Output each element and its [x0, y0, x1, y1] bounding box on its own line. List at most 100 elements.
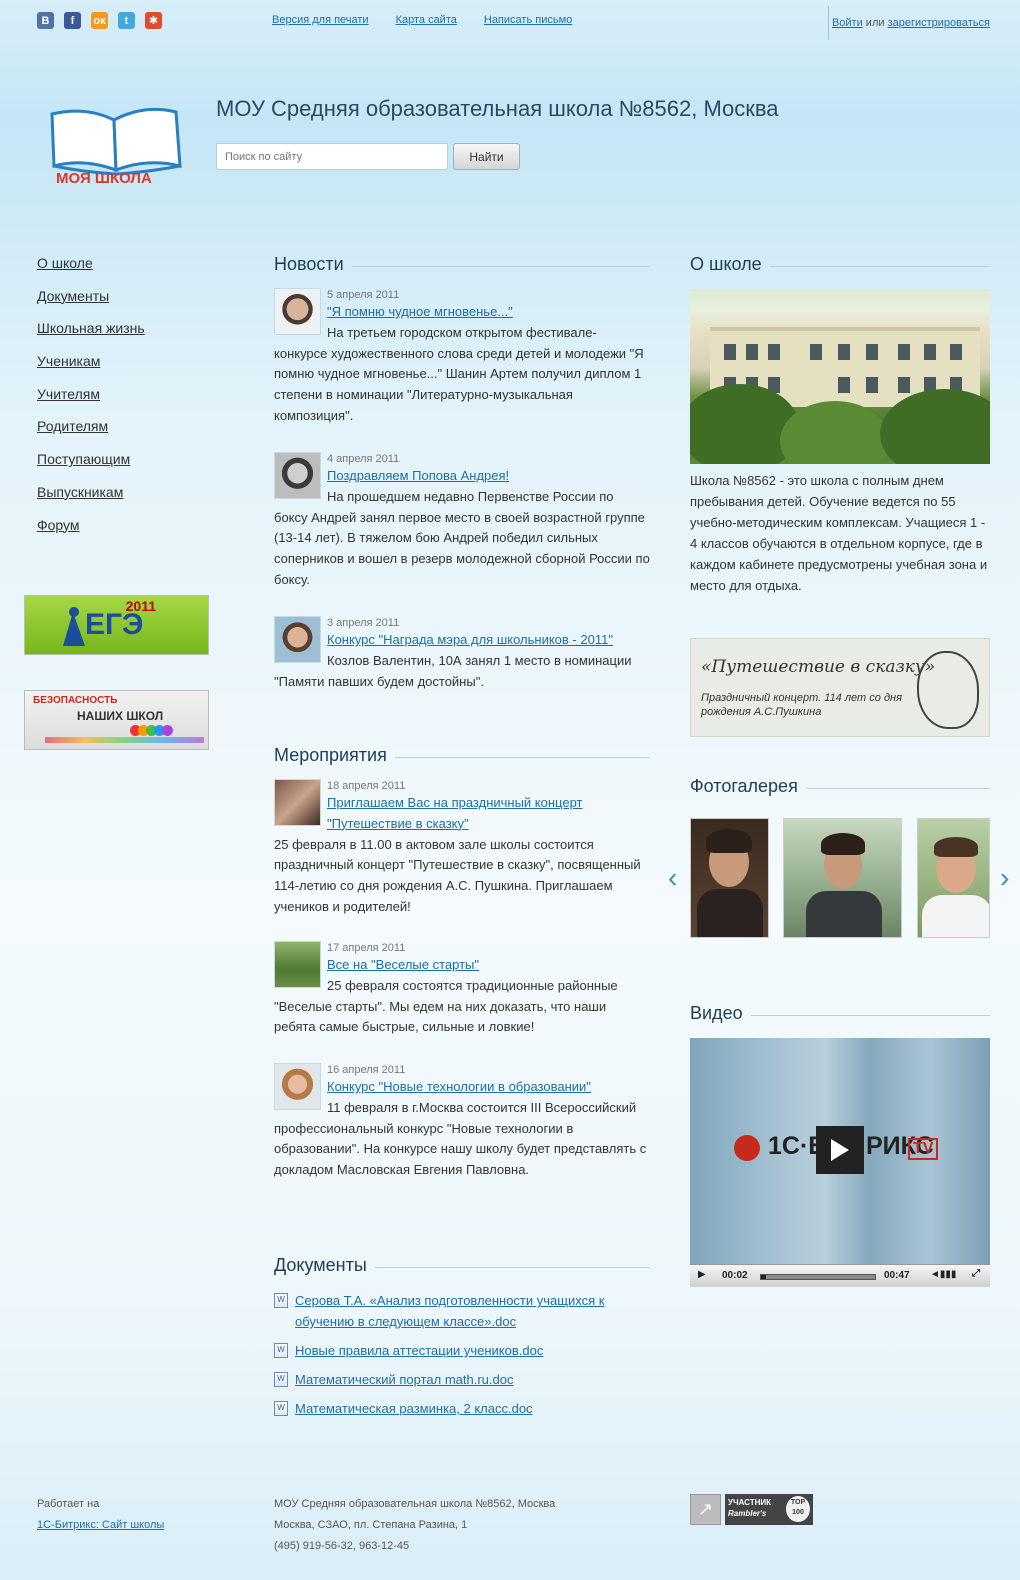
menu-item-graduates[interactable]: Выпускникам	[37, 484, 123, 500]
fullscreen-icon[interactable]: ⤢	[972, 1268, 980, 1279]
menu-item-parents[interactable]: Родителям	[37, 418, 108, 434]
documents-heading: Документы	[274, 1255, 650, 1276]
gallery-heading: Фотогалерея	[690, 776, 990, 797]
menu-item-about[interactable]: О школе	[37, 255, 93, 271]
video-tv-label: TV	[908, 1138, 939, 1160]
school-building-photo[interactable]	[690, 289, 990, 464]
pushkin-banner-title: «Путешествие в сказку»	[701, 657, 936, 677]
event-item: 18 апреля 2011 Приглашаем Вас на праздни…	[274, 779, 650, 918]
document-link[interactable]: Математическая разминка, 2 класс.doc	[295, 1401, 533, 1416]
news-thumbnail[interactable]	[274, 616, 321, 663]
gallery-photo[interactable]	[917, 818, 990, 938]
pushkin-portrait-icon	[917, 651, 979, 729]
menu-item-teachers[interactable]: Учителям	[37, 386, 100, 402]
document-item: W Серова Т.А. «Анализ подготовленности у…	[274, 1290, 650, 1332]
safety-line2: НАШИХ ШКОЛ	[77, 709, 164, 723]
pushkin-banner-subtitle: Праздничный концерт. 114 лет со дня рожд…	[701, 692, 902, 718]
menu-item-forum[interactable]: Форум	[37, 517, 80, 533]
play-overlay-button[interactable]	[816, 1126, 864, 1174]
document-item: W Математический портал math.ru.doc	[274, 1369, 650, 1390]
footer-powered-link[interactable]: 1С-Битрикс: Сайт школы	[37, 1519, 164, 1531]
odnoklassniki-icon[interactable]: ок	[91, 12, 108, 29]
event-title-link[interactable]: Все на "Веселые старты"	[274, 955, 650, 976]
doc-file-icon: W	[274, 1372, 288, 1387]
pushkin-concert-banner[interactable]: «Путешествие в сказку» Праздничный конце…	[690, 638, 990, 737]
auth-or-text: или	[865, 17, 885, 29]
footer-powered-label: Работает на	[37, 1498, 100, 1510]
write-letter-link[interactable]: Написать письмо	[484, 14, 572, 26]
register-link[interactable]: зарегистрироваться	[888, 17, 990, 29]
document-item: W Математическая разминка, 2 класс.doc	[274, 1398, 650, 1419]
auth-links: Войти или зарегистрироваться	[832, 17, 990, 29]
main-menu: О школе Документы Школьная жизнь Ученика…	[37, 255, 145, 549]
news-title-link[interactable]: "Я помню чудное мгновенье..."	[274, 302, 650, 323]
safety-line1: БЕЗОПАСНОСТЬ	[33, 695, 118, 706]
document-link[interactable]: Математический портал math.ru.doc	[295, 1372, 513, 1387]
search-button[interactable]: Найти	[453, 143, 520, 170]
footer-powered: Работает на 1С-Битрикс: Сайт школы	[37, 1494, 164, 1536]
news-item: 5 апреля 2011 "Я помню чудное мгновенье.…	[274, 288, 650, 427]
play-small-icon[interactable]: ▶	[698, 1269, 706, 1280]
gallery-next-arrow-icon[interactable]: ›	[1000, 862, 1009, 894]
login-link[interactable]: Войти	[832, 17, 863, 29]
about-text: Школа №8562 - это школа с полным днем пр…	[690, 473, 988, 593]
footer-org: МОУ Средняя образовательная школа №8562,…	[274, 1498, 556, 1510]
news-text: На прошедшем недавно Первенстве России п…	[274, 488, 650, 587]
site-title: МОУ Средняя образовательная школа №8562,…	[216, 96, 779, 121]
volume-icon[interactable]: ◄▮▮▮	[930, 1269, 956, 1280]
gallery-photo[interactable]	[783, 818, 902, 938]
safety-banner[interactable]: БЕЗОПАСНОСТЬ НАШИХ ШКОЛ	[24, 690, 209, 750]
event-title-link[interactable]: Конкурс "Новые технологии в образовании"	[274, 1077, 650, 1098]
search-input[interactable]	[216, 143, 448, 170]
event-text: 25 февраля в 11.00 в актовом зале школы …	[274, 836, 641, 914]
rambler-top100-button[interactable]: УЧАСТНИК Rambler's TOP 100	[725, 1494, 813, 1525]
event-title-link[interactable]: Приглашаем Вас на праздничный концерт "П…	[274, 793, 650, 835]
flower-icon	[130, 725, 173, 736]
video-seek-bar[interactable]	[760, 1274, 876, 1280]
event-thumbnail[interactable]	[274, 779, 321, 826]
ege-banner[interactable]: 2011 ЕГЭ	[24, 595, 209, 655]
menu-item-students[interactable]: Ученикам	[37, 353, 100, 369]
video-player[interactable]: 1С·БИ РИКС TV ▶ 00:02 00:47 ◄▮▮▮ ⤢	[690, 1038, 990, 1287]
footer-address: Москва, СЗАО, пл. Степана Разина, 1	[274, 1519, 468, 1531]
event-text: 11 февраля в г.Москва состоится III Всер…	[274, 1099, 647, 1178]
bitrix-arrow-icon[interactable]: ↗	[690, 1494, 721, 1525]
event-thumbnail[interactable]	[274, 941, 321, 988]
event-date: 16 апреля 2011	[327, 1064, 406, 1076]
gallery-photo[interactable]	[690, 818, 769, 938]
rambler-top100-badge: TOP 100	[786, 1496, 810, 1522]
news-item: 3 апреля 2011 Конкурс "Награда мэра для …	[274, 616, 650, 692]
video-heading: Видео	[690, 1003, 990, 1024]
news-text: На третьем городском открытом фестивале-…	[274, 324, 644, 423]
news-thumbnail[interactable]	[274, 288, 321, 335]
news-text: Козлов Валентин, 10А занял 1 место в ном…	[274, 652, 632, 689]
news-list: 5 апреля 2011 "Я помню чудное мгновенье.…	[274, 288, 650, 728]
menu-item-school-life[interactable]: Школьная жизнь	[37, 320, 145, 336]
news-date: 4 апреля 2011	[327, 453, 400, 465]
vk-icon[interactable]: В	[37, 12, 54, 29]
event-thumbnail[interactable]	[274, 1063, 321, 1110]
rainbow-stripe	[45, 737, 204, 743]
gallery-prev-arrow-icon[interactable]: ‹	[668, 862, 677, 894]
news-title-link[interactable]: Конкурс "Награда мэра для школьников - 2…	[274, 630, 650, 651]
facebook-icon[interactable]: f	[64, 12, 81, 29]
logo-text[interactable]: МОЯ ШКОЛА	[56, 170, 152, 187]
video-controls: ▶ 00:02 00:47 ◄▮▮▮ ⤢	[690, 1264, 990, 1287]
twitter-icon[interactable]: t	[118, 12, 135, 29]
events-list: 18 апреля 2011 Приглашаем Вас на праздни…	[274, 779, 650, 1209]
document-link[interactable]: Серова Т.А. «Анализ подготовленности уча…	[295, 1293, 604, 1329]
document-link[interactable]: Новые правила аттестации учеников.doc	[295, 1343, 543, 1358]
footer-contacts: МОУ Средняя образовательная школа №8562,…	[274, 1494, 555, 1557]
menu-item-documents[interactable]: Документы	[37, 288, 109, 304]
print-version-link[interactable]: Версия для печати	[272, 14, 369, 26]
event-item: 16 апреля 2011 Конкурс "Новые технологии…	[274, 1063, 650, 1181]
event-item: 17 апреля 2011 Все на "Веселые старты" 2…	[274, 941, 650, 1038]
menu-item-applicants[interactable]: Поступающим	[37, 451, 130, 467]
sitemap-link[interactable]: Карта сайта	[396, 14, 457, 26]
document-item: W Новые правила аттестации учеников.doc	[274, 1340, 650, 1361]
livejournal-icon[interactable]: ✱	[145, 12, 162, 29]
news-item: 4 апреля 2011 Поздравляем Попова Андрея!…	[274, 452, 650, 591]
news-title-link[interactable]: Поздравляем Попова Андрея!	[274, 466, 650, 487]
ege-title: ЕГЭ	[85, 608, 144, 641]
news-thumbnail[interactable]	[274, 452, 321, 499]
